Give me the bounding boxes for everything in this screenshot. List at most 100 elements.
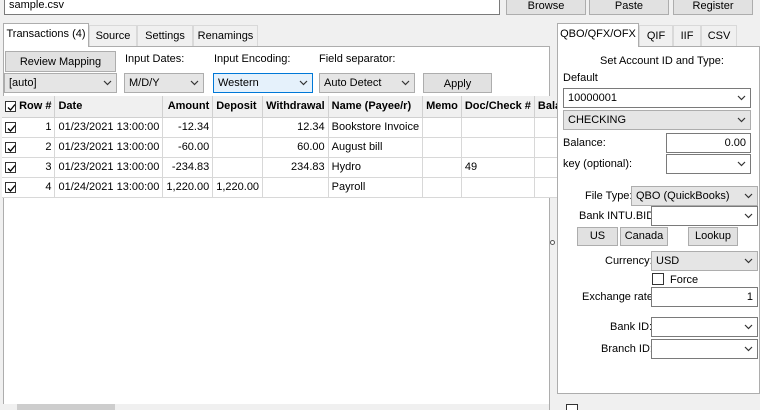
doc-cell[interactable] xyxy=(461,117,535,138)
date-cell[interactable]: 01/23/2021 13:00:00 xyxy=(54,117,164,138)
doc-cell[interactable]: 49 xyxy=(461,157,535,178)
bank-bid-label: Bank INTU.BID: xyxy=(579,210,658,222)
transactions-table: Row # Date Amount Deposit Withdrawal Nam… xyxy=(2,96,585,198)
memo-cell[interactable] xyxy=(422,177,462,198)
withdrawal-cell[interactable]: 234.83 xyxy=(262,157,329,178)
column-header-deposit[interactable]: Deposit xyxy=(212,96,264,118)
balance-input[interactable]: 0.00 xyxy=(666,133,751,153)
file-type-select[interactable]: QBO (QuickBooks) xyxy=(631,186,758,206)
paste-button[interactable]: Paste xyxy=(589,0,669,15)
column-header-name[interactable]: Name (Payee/r) xyxy=(328,96,424,118)
file-path-field[interactable]: sample.csv xyxy=(4,0,500,15)
scrollbar-thumb[interactable] xyxy=(17,404,115,410)
force-checkbox[interactable] xyxy=(652,273,664,285)
tab-qbo-qfx-ofx[interactable]: QBO/QFX/OFX xyxy=(557,23,639,47)
row-number-cell[interactable]: 1 xyxy=(2,117,56,138)
column-header-withdrawal[interactable]: Withdrawal xyxy=(262,96,329,118)
tab-transactions[interactable]: Transactions (4) xyxy=(3,23,89,47)
account-id-select[interactable]: 10000001 xyxy=(563,88,751,108)
deposit-cell[interactable] xyxy=(212,117,264,138)
withdrawal-cell[interactable]: 12.34 xyxy=(262,117,329,138)
chevron-down-icon xyxy=(299,78,308,87)
date-cell[interactable]: 01/24/2021 13:00:00 xyxy=(54,177,164,198)
tab-iif[interactable]: IIF xyxy=(673,25,701,46)
table-row[interactable]: 2 01/23/2021 13:00:00 -60.00 60.00 Augus… xyxy=(2,137,585,158)
branch-id-select[interactable] xyxy=(651,339,758,359)
amount-cell[interactable]: -12.34 xyxy=(162,117,214,138)
memo-cell[interactable] xyxy=(422,137,462,158)
key-select[interactable] xyxy=(666,154,751,174)
memo-cell[interactable] xyxy=(422,117,462,138)
browse-button[interactable]: Browse xyxy=(506,0,586,15)
row-number-cell[interactable]: 4 xyxy=(2,177,56,198)
chevron-down-icon xyxy=(103,78,112,87)
amount-cell[interactable]: -60.00 xyxy=(162,137,214,158)
memo-cell[interactable] xyxy=(422,157,462,178)
doc-cell[interactable] xyxy=(461,137,535,158)
chevron-down-icon xyxy=(744,211,753,220)
exchange-rate-input[interactable]: 1 xyxy=(651,287,758,307)
row-checkbox[interactable] xyxy=(5,181,16,193)
key-label: key (optional): xyxy=(563,158,633,170)
input-encoding-select[interactable]: Western xyxy=(213,73,313,93)
bank-bid-select[interactable] xyxy=(651,206,758,226)
name-cell[interactable]: August bill xyxy=(328,137,424,158)
bank-id-select[interactable] xyxy=(651,317,758,337)
row-checkbox[interactable] xyxy=(5,121,16,133)
withdrawal-cell[interactable] xyxy=(262,177,329,198)
tab-csv[interactable]: CSV xyxy=(701,25,737,46)
mapping-select[interactable]: [auto] xyxy=(4,73,117,93)
name-cell[interactable]: Hydro xyxy=(328,157,424,178)
lookup-button[interactable]: Lookup xyxy=(688,227,738,246)
column-header-label: Row # xyxy=(19,100,52,113)
row-number-cell[interactable]: 3 xyxy=(2,157,56,178)
name-cell[interactable]: Bookstore Invoice xyxy=(328,117,424,138)
splitter-handle[interactable] xyxy=(550,240,555,245)
chevron-down-icon xyxy=(737,159,746,168)
amount-cell[interactable]: -234.83 xyxy=(162,157,214,178)
apply-button[interactable]: Apply xyxy=(423,73,492,93)
tab-settings[interactable]: Settings xyxy=(137,25,193,46)
row-number-cell[interactable]: 2 xyxy=(2,137,56,158)
bank-id-label: Bank ID: xyxy=(610,321,653,333)
amount-cell[interactable]: 1,220.00 xyxy=(162,177,214,198)
tab-renamings[interactable]: Renamings xyxy=(193,25,258,46)
column-header-memo[interactable]: Memo xyxy=(422,96,462,118)
currency-select[interactable]: USD xyxy=(651,251,758,271)
field-separator-select-value: Auto Detect xyxy=(324,77,382,89)
select-all-checkbox[interactable] xyxy=(5,100,16,112)
table-row[interactable]: 3 01/23/2021 13:00:00 -234.83 234.83 Hyd… xyxy=(2,157,585,178)
currency-value: USD xyxy=(656,255,680,267)
row-checkbox[interactable] xyxy=(5,141,16,153)
us-button[interactable]: US xyxy=(577,227,618,246)
tab-source[interactable]: Source xyxy=(89,25,137,46)
table-row[interactable]: 4 01/24/2021 13:00:00 1,220.00 1,220.00 … xyxy=(2,177,585,198)
review-mapping-button[interactable]: Review Mapping xyxy=(5,51,116,72)
withdrawal-cell[interactable]: 60.00 xyxy=(262,137,329,158)
input-encoding-label: Input Encoding: xyxy=(214,53,291,65)
table-row[interactable]: 1 01/23/2021 13:00:00 -12.34 12.34 Books… xyxy=(2,117,585,138)
currency-label: Currency: xyxy=(605,255,653,267)
input-dates-select[interactable]: M/D/Y xyxy=(124,73,204,93)
deposit-cell[interactable] xyxy=(212,137,264,158)
row-number: 3 xyxy=(45,161,52,173)
canada-button[interactable]: Canada xyxy=(620,227,668,246)
input-encoding-select-value: Western xyxy=(218,77,259,89)
tab-qif[interactable]: QIF xyxy=(639,25,673,46)
bottom-checkbox[interactable] xyxy=(566,404,578,410)
column-header-row-number[interactable]: Row # xyxy=(2,96,56,118)
row-checkbox[interactable] xyxy=(5,161,16,173)
doc-cell[interactable] xyxy=(461,177,535,198)
date-cell[interactable]: 01/23/2021 13:00:00 xyxy=(54,157,164,178)
name-cell[interactable]: Payroll xyxy=(328,177,424,198)
field-separator-select[interactable]: Auto Detect xyxy=(319,73,415,93)
horizontal-scrollbar[interactable] xyxy=(3,404,549,410)
register-button[interactable]: Register xyxy=(673,0,753,15)
account-type-select[interactable]: CHECKING xyxy=(563,110,751,130)
deposit-cell[interactable] xyxy=(212,157,264,178)
date-cell[interactable]: 01/23/2021 13:00:00 xyxy=(54,137,164,158)
deposit-cell[interactable]: 1,220.00 xyxy=(212,177,264,198)
column-header-doc-check[interactable]: Doc/Check # xyxy=(461,96,535,118)
column-header-date[interactable]: Date xyxy=(54,96,164,118)
column-header-amount[interactable]: Amount xyxy=(162,96,214,118)
